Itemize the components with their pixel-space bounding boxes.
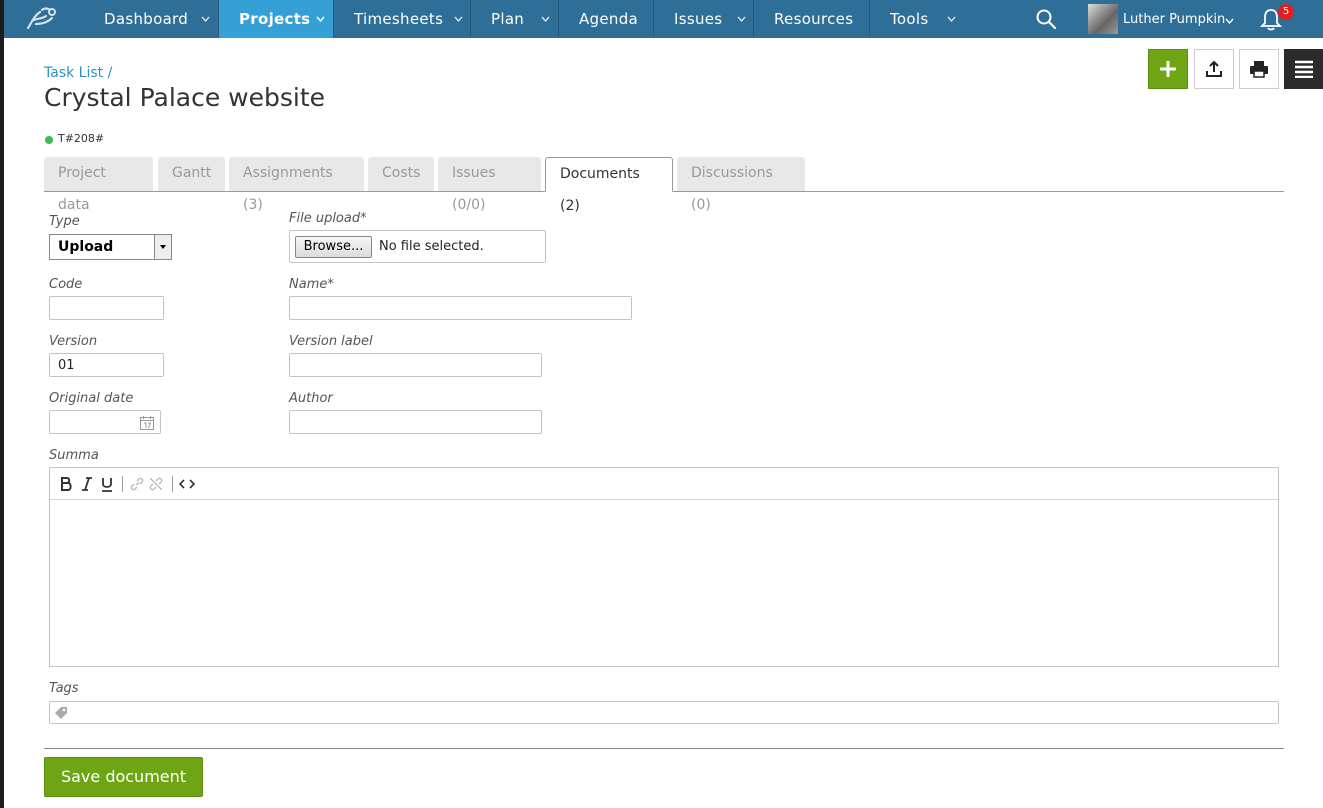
- nav-divider: [558, 0, 559, 38]
- tab-discussions[interactable]: Discussions (0): [677, 157, 805, 213]
- nav-divider: [653, 0, 654, 38]
- original-date-label: Original date: [49, 391, 134, 406]
- nav-tools[interactable]: Tools: [890, 0, 928, 38]
- toolbar-divider: [122, 476, 123, 492]
- nav-divider: [333, 0, 334, 38]
- nav-issues-label: Issues: [674, 10, 723, 28]
- nav-issues[interactable]: Issues: [674, 0, 722, 38]
- author-label: Author: [289, 391, 333, 406]
- code-input[interactable]: [49, 296, 164, 320]
- nav-agenda[interactable]: Agenda: [579, 0, 638, 38]
- export-button[interactable]: [1194, 49, 1234, 89]
- nav-plan[interactable]: Plan: [491, 0, 524, 38]
- summa-editor[interactable]: [49, 467, 1279, 667]
- form-divider: [44, 748, 1284, 749]
- version-label-input[interactable]: [289, 353, 542, 377]
- version-input[interactable]: [49, 353, 164, 377]
- notification-badge[interactable]: 5: [1278, 4, 1294, 20]
- nav-dashboard[interactable]: Dashboard: [104, 0, 188, 38]
- add-button[interactable]: [1148, 49, 1188, 89]
- nav-timesheets-label: Timesheets: [354, 10, 444, 28]
- tags-input[interactable]: [49, 701, 1279, 724]
- file-upload-field[interactable]: Browse... No file selected.: [289, 230, 546, 263]
- nav-divider: [869, 0, 870, 38]
- nav-projects-label: Projects: [239, 10, 311, 28]
- nav-tools-label: Tools: [890, 10, 929, 28]
- nav-divider: [470, 0, 471, 38]
- print-icon: [1250, 61, 1268, 78]
- chevron-down-icon[interactable]: [947, 16, 956, 22]
- nav-resources[interactable]: Resources: [774, 0, 853, 38]
- name-input[interactable]: [289, 296, 632, 320]
- type-select-value: Upload: [58, 239, 114, 255]
- chevron-down-icon[interactable]: [201, 16, 210, 22]
- name-label: Name*: [289, 277, 334, 292]
- page-title: Crystal Palace website: [44, 83, 326, 112]
- tags-label: Tags: [49, 681, 79, 696]
- chevron-down-icon[interactable]: [541, 16, 550, 22]
- code-label: Code: [49, 277, 83, 292]
- upload-icon: [1206, 60, 1222, 77]
- summa-label: Summa: [49, 448, 99, 463]
- chevron-down-icon[interactable]: [1225, 18, 1234, 24]
- search-icon[interactable]: [1036, 9, 1056, 29]
- nav-divider: [753, 0, 754, 38]
- status-dot: [45, 136, 53, 144]
- chevron-down-icon[interactable]: [737, 16, 746, 22]
- link-icon[interactable]: [129, 476, 145, 492]
- code-icon[interactable]: [179, 477, 195, 491]
- breadcrumb[interactable]: Task List /: [44, 65, 112, 81]
- editor-toolbar: [50, 468, 1278, 500]
- browse-button[interactable]: Browse...: [295, 236, 372, 258]
- menu-button[interactable]: [1284, 49, 1323, 89]
- tag-icon: [55, 707, 67, 719]
- nav-timesheets[interactable]: Timesheets: [354, 0, 443, 38]
- hamburger-icon: [1294, 60, 1313, 78]
- tab-documents[interactable]: Documents (2): [545, 157, 673, 214]
- version-label: Version: [49, 334, 98, 349]
- select-dropdown-button[interactable]: [154, 235, 171, 259]
- tab-issues[interactable]: Issues (0/0): [438, 157, 541, 213]
- type-label: Type: [49, 214, 80, 229]
- nav-plan-label: Plan: [491, 10, 525, 28]
- file-status-text: No file selected.: [379, 239, 484, 254]
- unlink-icon[interactable]: [148, 476, 164, 492]
- tab-gantt[interactable]: Gantt: [158, 157, 225, 191]
- app-logo-icon[interactable]: [22, 4, 62, 34]
- plus-icon: [1160, 61, 1176, 77]
- underline-icon[interactable]: [100, 476, 114, 492]
- print-button[interactable]: [1239, 49, 1279, 89]
- caret-down-icon: [160, 245, 166, 249]
- nav-projects[interactable]: Projects: [219, 0, 333, 38]
- task-code: T#208#: [58, 132, 105, 145]
- tab-project-data[interactable]: Project data: [44, 157, 153, 213]
- calendar-icon[interactable]: [139, 415, 155, 431]
- nav-agenda-label: Agenda: [579, 10, 639, 28]
- italic-icon[interactable]: [80, 476, 94, 492]
- type-select[interactable]: Upload: [49, 234, 172, 260]
- nav-dashboard-label: Dashboard: [104, 10, 189, 28]
- top-nav: Dashboard Projects Timesheets Plan Agend…: [4, 0, 1323, 38]
- tab-costs[interactable]: Costs: [368, 157, 434, 191]
- tab-assignments[interactable]: Assignments (3): [229, 157, 364, 213]
- save-document-button[interactable]: Save document: [44, 757, 203, 797]
- author-input[interactable]: [289, 410, 542, 434]
- nav-resources-label: Resources: [774, 10, 854, 28]
- page: Dashboard Projects Timesheets Plan Agend…: [4, 0, 1323, 808]
- chevron-down-icon[interactable]: [316, 16, 325, 22]
- toolbar-divider: [172, 476, 173, 492]
- user-name[interactable]: Luther Pumpkin: [1123, 0, 1225, 38]
- chevron-down-icon[interactable]: [454, 16, 463, 22]
- version-label-label: Version label: [289, 334, 373, 349]
- avatar[interactable]: [1088, 4, 1118, 34]
- file-upload-label: File upload*: [289, 211, 367, 226]
- bold-icon[interactable]: [59, 476, 73, 492]
